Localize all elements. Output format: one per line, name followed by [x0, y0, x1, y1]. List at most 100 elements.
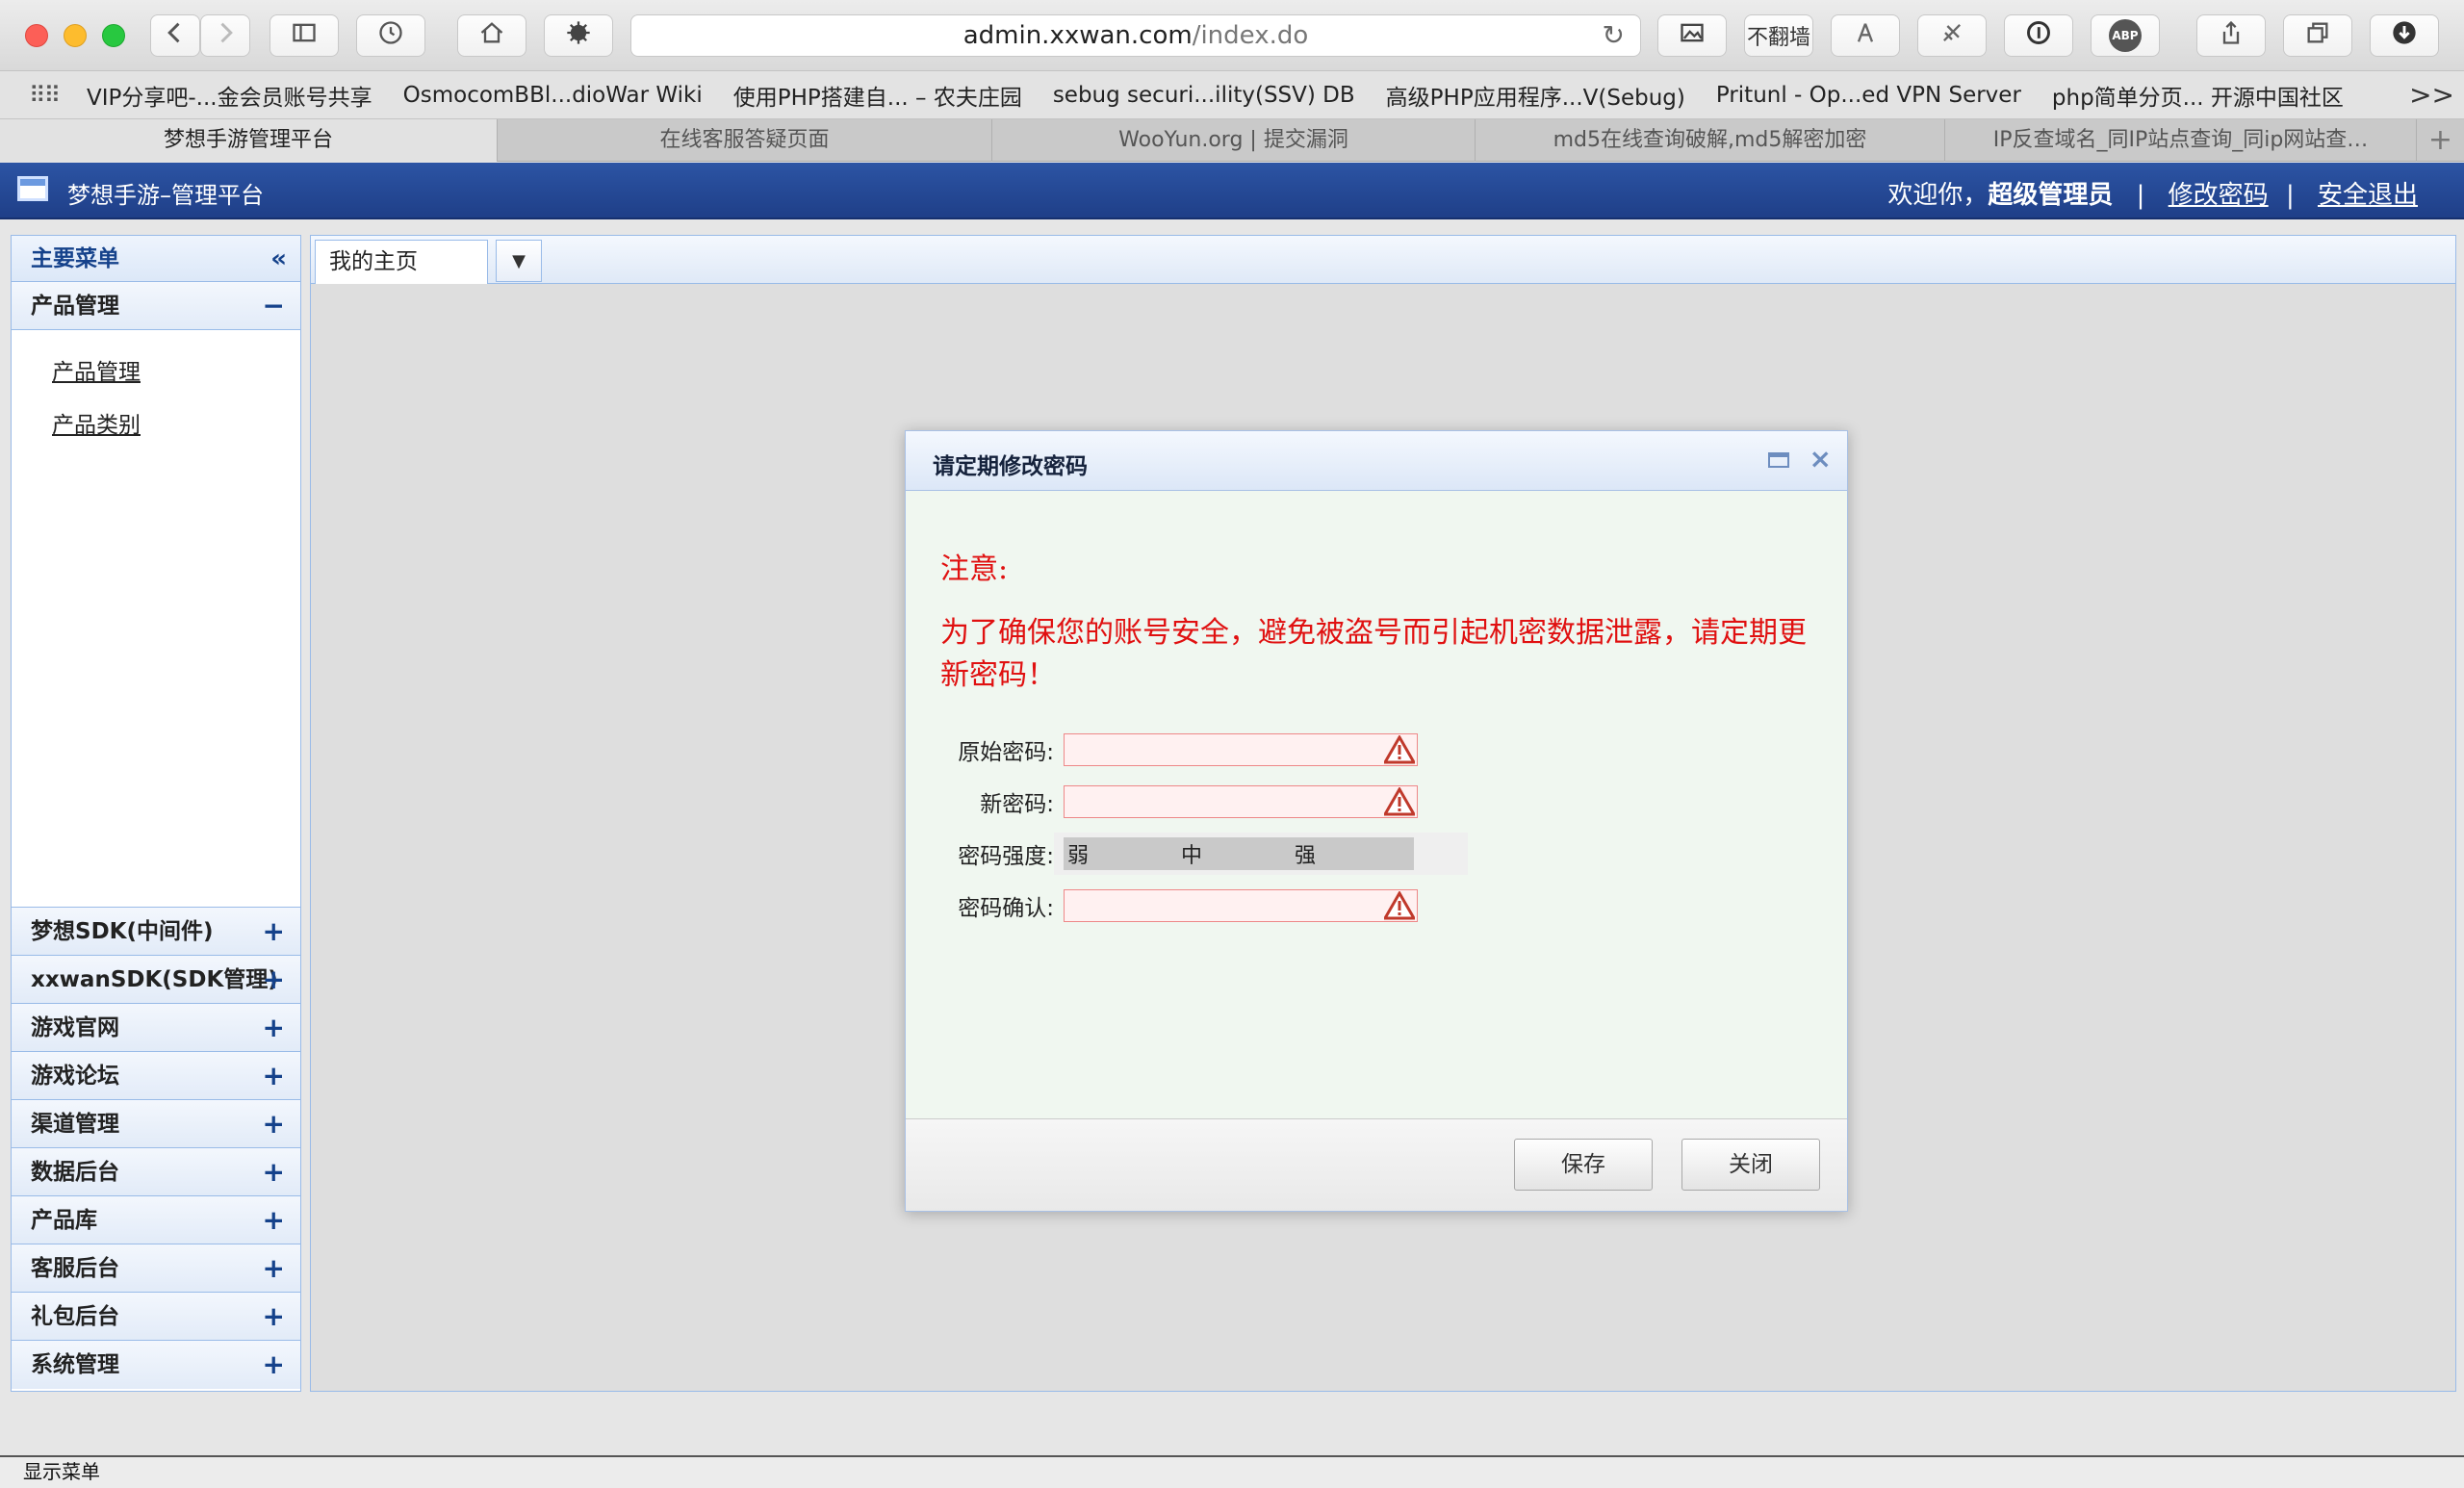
confirm-password-input[interactable] — [1064, 889, 1418, 922]
bookmark-item[interactable]: php简单分页... 开源中国社区 — [2052, 79, 2344, 112]
browser-titlebar: admin.xxwan.com/index.do ↻ 不翻墙 ABP — [0, 0, 2464, 71]
adblock-button[interactable]: ABP — [2091, 14, 2160, 57]
expand-section-icon[interactable]: + — [263, 956, 285, 1004]
menu-section-item[interactable]: 数据后台 + — [12, 1148, 300, 1196]
new-password-label: 新密码: — [980, 792, 1054, 817]
collapse-section-icon[interactable]: − — [263, 282, 285, 330]
menu-section-product-management[interactable]: 产品管理 − — [12, 282, 300, 330]
expand-section-icon[interactable]: + — [263, 1148, 285, 1196]
menu-section-body: 产品管理 产品类别 — [12, 330, 300, 908]
1password-button[interactable] — [2004, 14, 2073, 57]
antenna-icon — [1852, 19, 1879, 53]
expand-section-icon[interactable]: + — [263, 1244, 285, 1293]
forward-button[interactable] — [200, 14, 250, 57]
expand-section-icon[interactable]: + — [263, 1341, 285, 1389]
strength-weak: 弱 — [1067, 844, 1090, 868]
satellite-button[interactable] — [1917, 14, 1987, 57]
content-tab-strip: 我的主页 ▼ — [311, 236, 2455, 284]
new-tab-button[interactable]: + — [2417, 119, 2464, 161]
menu-section-label: xxwanSDK(SDK管理) — [31, 967, 278, 992]
tab-my-home[interactable]: 我的主页 — [315, 240, 488, 284]
expand-section-icon[interactable]: + — [263, 908, 285, 956]
reload-icon[interactable]: ↻ — [1603, 15, 1625, 56]
close-button[interactable]: 关闭 — [1681, 1139, 1820, 1191]
antenna-button[interactable] — [1831, 14, 1900, 57]
home-button[interactable] — [457, 14, 526, 57]
forward-icon — [212, 19, 239, 53]
bypass-button[interactable]: 不翻墙 — [1744, 14, 1813, 57]
bookmarks-bar: ⠿⠿ VIP分享吧-...金会员账号共享 OsmocomBBl...dioWar… — [0, 71, 2464, 119]
address-bar[interactable]: admin.xxwan.com/index.do ↻ — [630, 14, 1641, 57]
dialog-title: 请定期修改密码 — [933, 454, 1088, 479]
zoom-window-button[interactable] — [102, 24, 125, 47]
separator: | — [2136, 181, 2145, 210]
collapse-sidebar-icon[interactable]: « — [270, 236, 287, 282]
extension-icon — [565, 19, 592, 53]
menu-section-label: 产品库 — [31, 1208, 97, 1233]
menu-section-item[interactable]: 系统管理 + — [12, 1341, 300, 1389]
bookmark-item[interactable]: sebug securi...ility(SSV) DB — [1053, 83, 1355, 108]
expand-section-icon[interactable]: + — [263, 1004, 285, 1052]
top-sites-grid-icon[interactable]: ⠿⠿ — [29, 82, 61, 109]
menu-section-item[interactable]: 产品库 + — [12, 1196, 300, 1244]
bookmark-item[interactable]: Pritunl - Op...ed VPN Server — [1716, 83, 2021, 108]
share-button[interactable] — [2196, 14, 2266, 57]
sidebar-header: 主要菜单 « — [12, 236, 300, 282]
bookmark-item[interactable]: VIP分享吧-...金会员账号共享 — [87, 79, 372, 112]
close-icon[interactable]: × — [1810, 443, 1832, 475]
browser-tab[interactable]: md5在线查询破解,md5解密加密 — [1476, 119, 1945, 162]
back-button[interactable] — [150, 14, 200, 57]
menu-section-item[interactable]: 礼包后台 + — [12, 1293, 300, 1341]
expand-section-icon[interactable]: + — [263, 1293, 285, 1341]
menu-section-label: 渠道管理 — [31, 1112, 119, 1137]
bookmark-item[interactable]: 使用PHP搭建自... – 农夫庄园 — [733, 79, 1022, 112]
browser-tab[interactable]: 梦想手游管理平台 — [0, 119, 498, 162]
menu-section-item[interactable]: 梦想SDK(中间件) + — [12, 908, 300, 956]
tab-list-dropdown-icon[interactable]: ▼ — [496, 240, 542, 282]
browser-tab[interactable]: WooYun.org | 提交漏洞 — [992, 119, 1476, 162]
url-host: admin.xxwan.com — [962, 21, 1193, 50]
sidebar-toggle-button[interactable] — [270, 14, 339, 57]
close-window-button[interactable] — [25, 24, 48, 47]
app-window-icon — [17, 176, 48, 201]
welcome-text: 欢迎你， — [1887, 181, 1989, 210]
share-icon — [2218, 19, 2245, 53]
old-password-row: 原始密码: — [940, 724, 1812, 776]
menu-section-item[interactable]: 客服后台 + — [12, 1244, 300, 1293]
dialog-footer: 保存 关闭 — [906, 1118, 1847, 1211]
logout-link[interactable]: 安全退出 — [2318, 181, 2418, 210]
bookmark-item[interactable]: 高级PHP应用程序...V(Sebug) — [1386, 79, 1685, 112]
expand-section-icon[interactable]: + — [263, 1052, 285, 1100]
show-tabs-button[interactable] — [2283, 14, 2352, 57]
menu-link-product-category[interactable]: 产品类别 — [52, 410, 300, 442]
downloads-button[interactable] — [2370, 14, 2439, 57]
extension-button[interactable] — [544, 14, 613, 57]
minimize-window-button[interactable] — [64, 24, 87, 47]
browser-tab[interactable]: 在线客服答疑页面 — [498, 119, 992, 162]
menu-section-item[interactable]: 渠道管理 + — [12, 1100, 300, 1148]
maximize-icon[interactable] — [1768, 452, 1789, 468]
menu-link-product-management[interactable]: 产品管理 — [52, 357, 300, 389]
bookmarks-overflow-icon[interactable]: >> — [2409, 79, 2454, 111]
strength-row: 密码强度: 弱 中 强 — [940, 828, 1812, 880]
new-password-input[interactable] — [1064, 785, 1418, 818]
change-password-link[interactable]: 修改密码 — [2169, 181, 2269, 210]
bookmark-item[interactable]: OsmocomBBl...dioWar Wiki — [403, 83, 703, 108]
menu-section-item[interactable]: 游戏论坛 + — [12, 1052, 300, 1100]
strength-strong: 强 — [1295, 844, 1317, 868]
menu-section-label: 礼包后台 — [31, 1304, 119, 1329]
menu-section-label: 系统管理 — [31, 1352, 119, 1377]
old-password-input[interactable] — [1064, 733, 1418, 766]
image-button[interactable] — [1657, 14, 1727, 57]
expand-section-icon[interactable]: + — [263, 1196, 285, 1244]
history-button[interactable] — [356, 14, 425, 57]
new-password-row: 新密码: — [940, 776, 1812, 828]
save-button[interactable]: 保存 — [1514, 1139, 1653, 1191]
menu-section-label: 游戏官网 — [31, 1015, 119, 1040]
app-title: 梦想手游–管理平台 — [67, 182, 264, 209]
warning-icon — [1384, 735, 1415, 764]
menu-section-item[interactable]: xxwanSDK(SDK管理) + — [12, 956, 300, 1004]
expand-section-icon[interactable]: + — [263, 1100, 285, 1148]
menu-section-item[interactable]: 游戏官网 + — [12, 1004, 300, 1052]
browser-tab[interactable]: IP反查域名_同IP站点查询_同ip网站查… — [1945, 119, 2417, 162]
